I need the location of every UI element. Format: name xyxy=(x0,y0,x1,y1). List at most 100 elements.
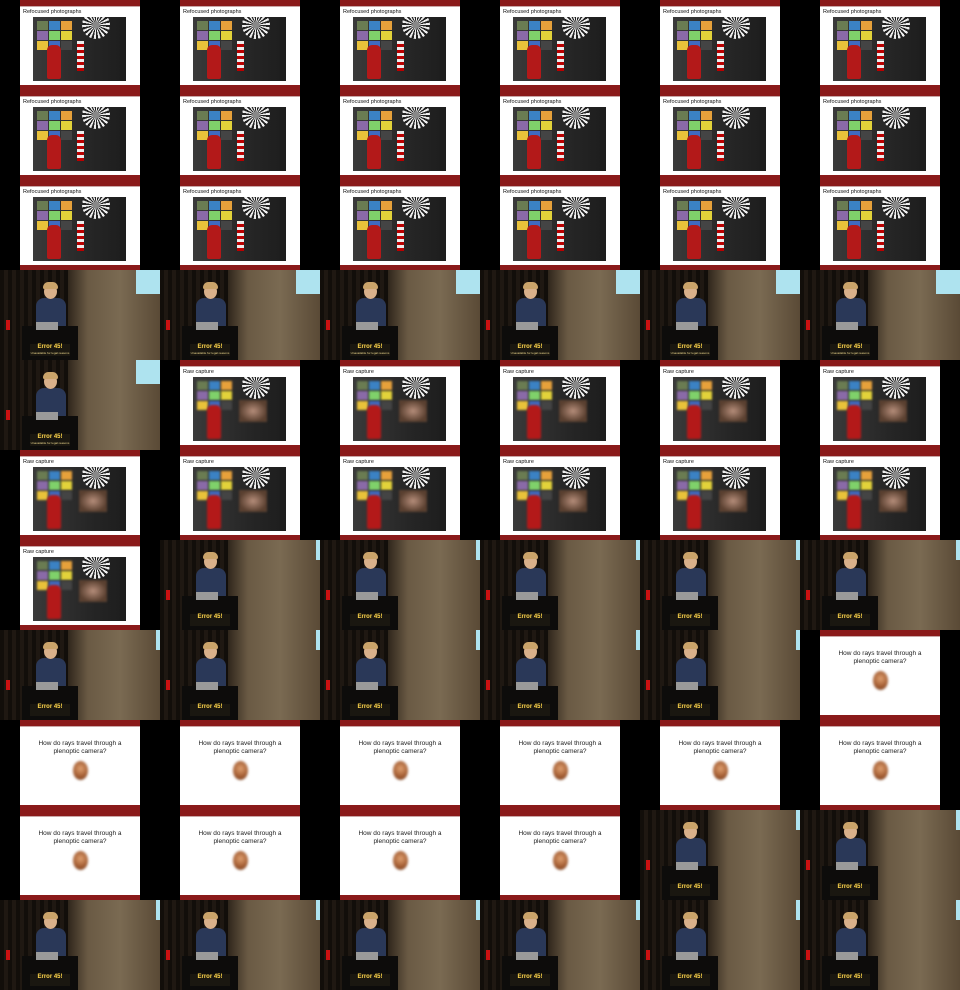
thumbnail-15: Refocused photographs xyxy=(320,180,480,270)
slide-title: Raw capture xyxy=(663,369,694,375)
error-sign-title: Error 45! xyxy=(677,704,703,710)
color-swatch xyxy=(849,391,860,400)
thumbnail-13: Refocused photographs xyxy=(0,180,160,270)
slide-photo xyxy=(33,197,126,261)
projection-screen xyxy=(956,540,960,560)
error-sign-subtitle: Unavailable for legal reasons xyxy=(190,351,230,355)
slide-photo xyxy=(513,107,606,171)
striped-figure xyxy=(877,41,884,71)
speaker-hair xyxy=(203,552,218,559)
slide-frame: Refocused photographs xyxy=(180,0,300,90)
color-swatch xyxy=(381,221,392,230)
slide-frame: Refocused photographs xyxy=(180,180,300,270)
error-sign: Error 45! xyxy=(670,974,710,986)
thumbnail-43: Error 45! xyxy=(0,630,160,720)
color-swatch xyxy=(861,481,872,490)
color-swatch xyxy=(61,491,72,500)
color-swatch xyxy=(541,211,552,220)
toy-figure xyxy=(207,495,221,529)
water-bottle xyxy=(486,680,490,690)
color-swatch xyxy=(221,481,232,490)
blurred-face xyxy=(873,671,888,690)
laptop xyxy=(196,682,218,690)
color-swatch xyxy=(197,211,208,220)
slide-photo xyxy=(833,467,926,531)
color-swatch xyxy=(541,121,552,130)
color-swatch xyxy=(849,471,860,480)
thumbnail-63: Error 45! xyxy=(320,900,480,990)
slide-title: Refocused photographs xyxy=(663,189,722,195)
blurred-face xyxy=(713,761,728,780)
color-swatch xyxy=(209,21,220,30)
color-swatch xyxy=(37,471,48,480)
color-swatch xyxy=(517,471,528,480)
thumbnail-51: How do rays travel through a plenoptic c… xyxy=(320,720,480,810)
slide-photo xyxy=(353,377,446,441)
color-swatch xyxy=(837,111,848,120)
error-sign: Error 45! xyxy=(830,884,870,896)
water-bottle xyxy=(166,590,170,600)
color-swatch xyxy=(689,31,700,40)
slide-header-bar xyxy=(180,450,300,457)
slide-frame: How do rays travel through a plenoptic c… xyxy=(500,810,620,900)
error-sign-title: Error 45! xyxy=(677,974,703,980)
color-swatch xyxy=(529,391,540,400)
error-sign-title: Error 45! xyxy=(837,884,863,890)
slide-header-bar xyxy=(660,360,780,367)
color-swatch xyxy=(689,381,700,390)
slide-header-bar xyxy=(180,180,300,187)
thumbnail-25: Error 45! Unavailable for legal reasons xyxy=(0,360,160,450)
speaker-hair xyxy=(843,282,858,289)
laptop xyxy=(836,592,858,600)
thumbnail-32: Raw capture xyxy=(160,450,320,540)
slide-photo xyxy=(353,107,446,171)
color-swatch xyxy=(61,201,72,210)
blurred-face xyxy=(73,761,88,780)
thumbnail-56: How do rays travel through a plenoptic c… xyxy=(160,810,320,900)
color-swatch xyxy=(221,31,232,40)
color-swatch xyxy=(849,31,860,40)
color-swatch xyxy=(517,21,528,30)
slide-title: Refocused photographs xyxy=(503,189,562,195)
slide-frame: Refocused photographs xyxy=(660,90,780,180)
striped-figure xyxy=(557,41,564,71)
slide-frame: Raw capture xyxy=(660,360,780,450)
water-bottle xyxy=(166,680,170,690)
toy-figure xyxy=(367,225,381,259)
slide-photo xyxy=(193,377,286,441)
slide-question: How do rays travel through a plenoptic c… xyxy=(838,740,922,755)
speaker-hair xyxy=(523,282,538,289)
slide-header-bar xyxy=(820,90,940,97)
blurred-face xyxy=(553,761,568,780)
toy-figure xyxy=(687,225,701,259)
toy-figure xyxy=(527,45,541,79)
color-swatch xyxy=(37,21,48,30)
slide-header-bar xyxy=(820,0,940,7)
slide-header-bar xyxy=(20,720,140,727)
slide-title: Raw capture xyxy=(23,549,54,555)
slide-photo xyxy=(673,17,766,81)
water-bottle xyxy=(6,320,10,330)
color-swatch xyxy=(61,31,72,40)
slide-frame: How do rays travel through a plenoptic c… xyxy=(180,810,300,900)
speaker-hair xyxy=(683,552,698,559)
projection-screen xyxy=(136,360,160,384)
color-swatch xyxy=(221,221,232,230)
thumbnail-64: Error 45! xyxy=(480,900,640,990)
color-swatch xyxy=(49,481,60,490)
slide-title: Raw capture xyxy=(23,459,54,465)
stage-frame: Error 45! xyxy=(640,630,800,720)
slide-title: Refocused photographs xyxy=(343,9,402,15)
color-swatch xyxy=(517,121,528,130)
thumbnail-47: Error 45! xyxy=(640,630,800,720)
slide-frame: Raw capture xyxy=(180,360,300,450)
laptop xyxy=(516,682,538,690)
thumbnail-28: Raw capture xyxy=(480,360,640,450)
slide-header-bar xyxy=(340,810,460,817)
color-swatch xyxy=(357,31,368,40)
slide-header-bar xyxy=(180,810,300,817)
color-swatch xyxy=(541,471,552,480)
water-bottle xyxy=(486,590,490,600)
stage-frame: Error 45! xyxy=(800,900,960,990)
color-swatch xyxy=(61,111,72,120)
